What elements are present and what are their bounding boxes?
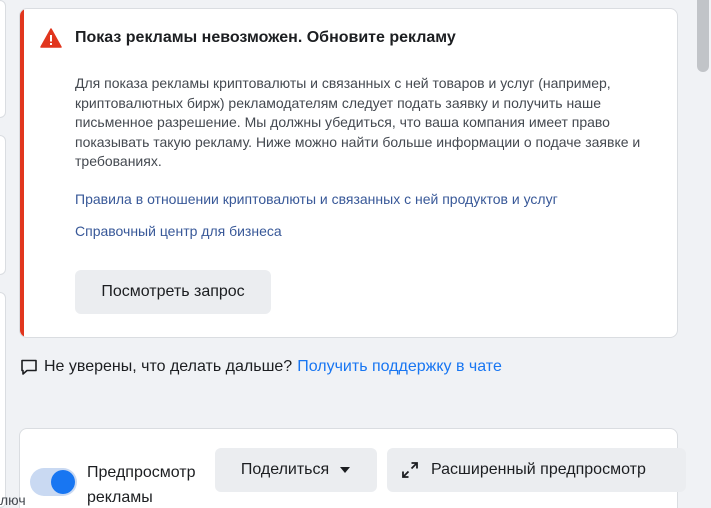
warning-triangle-icon — [40, 28, 62, 48]
left-panel-card — [0, 0, 6, 118]
crypto-policy-link[interactable]: Правила в отношении криптовалюты и связа… — [75, 191, 558, 207]
ad-preview-toggle-label: Предпросмотр рекламы — [87, 464, 196, 506]
cut-off-text: люч — [0, 492, 26, 508]
caret-down-icon — [340, 467, 351, 473]
scrollbar[interactable] — [694, 0, 711, 508]
advanced-preview-button[interactable]: Расширенный предпросмотр — [387, 448, 686, 492]
alert-description: Для показа рекламы криптовалюты и связан… — [75, 75, 641, 169]
support-question: Не уверены, что делать дальше? — [44, 358, 293, 375]
chat-support-link[interactable]: Получить поддержку в чате — [297, 358, 502, 376]
chat-bubble-icon — [21, 359, 37, 375]
ad-preview-toggle[interactable] — [30, 468, 77, 496]
alert-accent-stripe — [20, 9, 24, 337]
toggle-knob — [51, 470, 75, 494]
scrollbar-thumb[interactable] — [697, 0, 709, 72]
view-request-button[interactable]: Посмотреть запрос — [75, 270, 271, 314]
ad-rejected-alert: Показ рекламы невозможен. Обновите рекла… — [19, 8, 678, 338]
advanced-preview-label: Расширенный предпросмотр — [431, 461, 646, 478]
ad-review-panel: Показ рекламы невозможен. Обновите рекла… — [0, 0, 711, 508]
left-panel-card — [0, 135, 6, 275]
expand-arrows-icon — [402, 462, 418, 478]
alert-title: Показ рекламы невозможен. Обновите рекла… — [75, 29, 456, 46]
business-help-center-link[interactable]: Справочный центр для бизнеса — [75, 223, 282, 239]
left-panel-card — [0, 292, 6, 508]
share-button[interactable]: Поделиться — [215, 448, 377, 492]
share-button-label: Поделиться — [240, 461, 330, 478]
support-prompt: Не уверены, что делать дальше? Получить … — [20, 357, 502, 377]
